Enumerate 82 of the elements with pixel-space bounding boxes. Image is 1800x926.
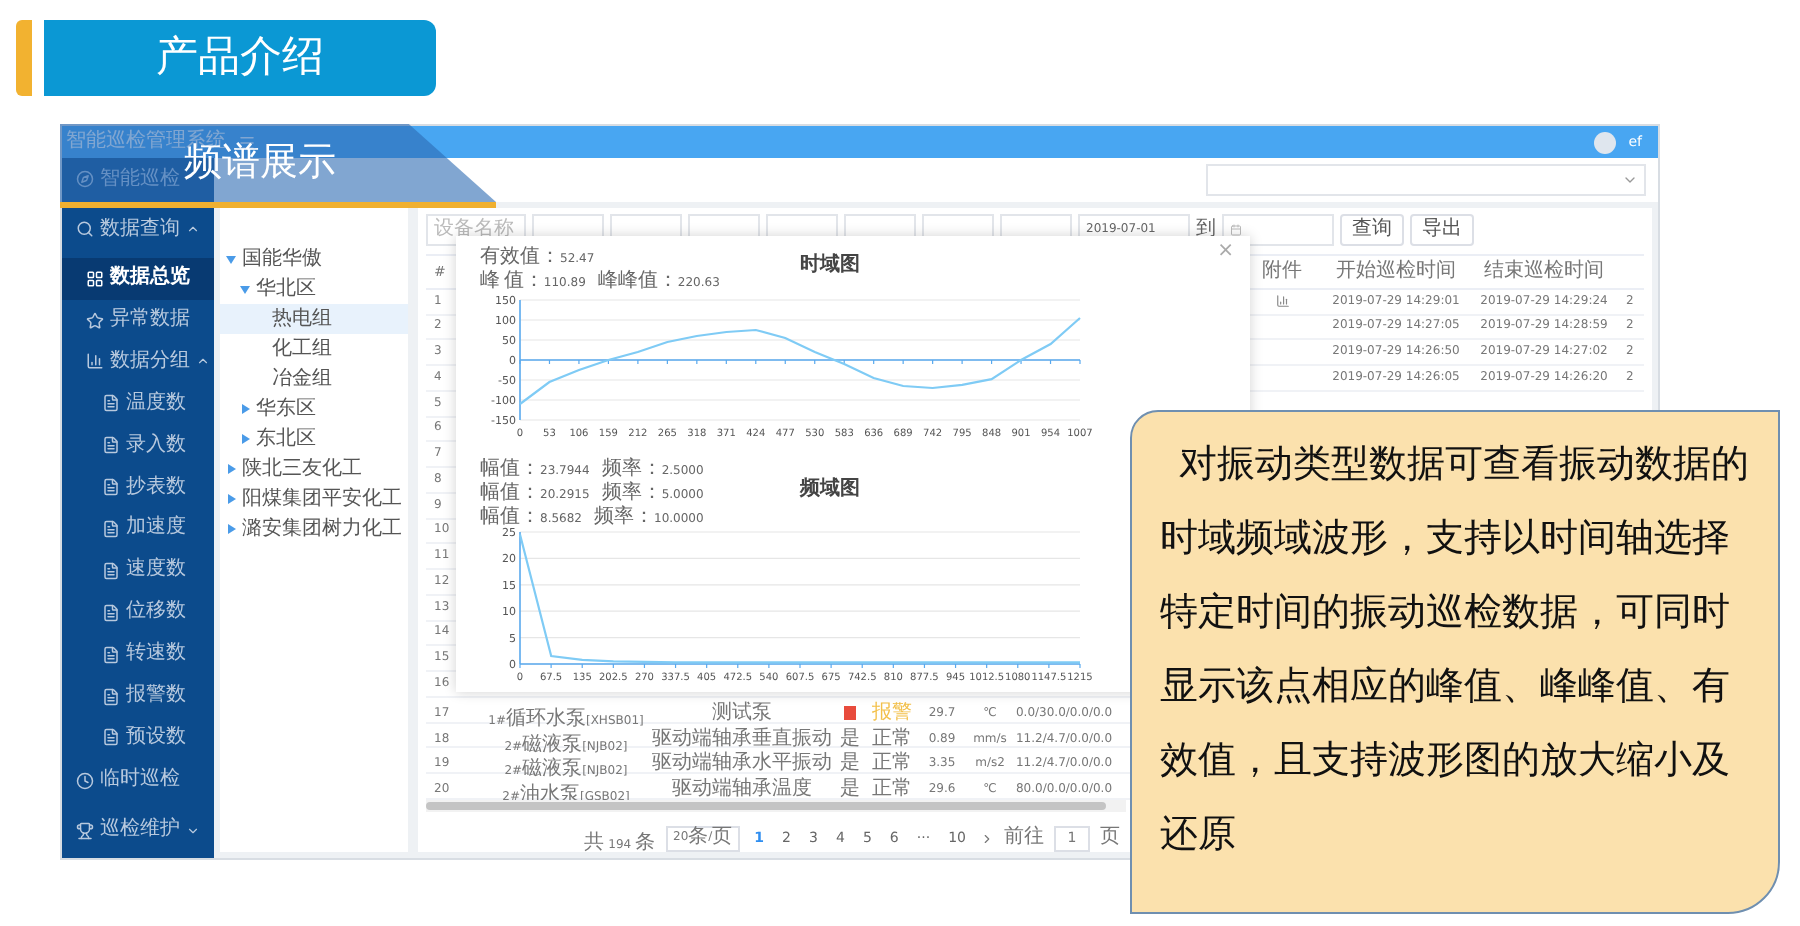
chart-title: 时域图	[800, 251, 860, 280]
submenu-icon	[86, 269, 104, 288]
chart-icon[interactable]	[1275, 294, 1289, 309]
tree-item[interactable]: 华东区	[220, 394, 408, 424]
toolbar-button[interactable]: 查询	[1340, 213, 1404, 246]
table-cell: 驱动端轴承水平振动	[652, 754, 832, 775]
triangle-icon	[226, 524, 236, 534]
triangle-icon	[240, 284, 250, 294]
page-unit-label: 页	[1100, 828, 1120, 849]
tree-item[interactable]: 阳煤集团平安化工	[220, 484, 408, 514]
status-text: 正常	[872, 754, 912, 775]
column-header: 结束巡检时间	[1484, 261, 1604, 282]
status-text: 正常	[872, 780, 912, 801]
status-text: 报警	[872, 703, 912, 724]
sidebar-item[interactable]: 位移数	[62, 591, 214, 634]
table-cell: 是	[840, 754, 860, 775]
accent-bar	[16, 20, 32, 96]
toolbar-button[interactable]: 导出	[1410, 213, 1474, 246]
horizontal-scrollbar[interactable]	[426, 800, 1126, 813]
document-icon	[102, 687, 120, 706]
document-icon	[102, 478, 120, 497]
triangle-icon	[226, 494, 236, 504]
sidebar-item[interactable]: 数据分组	[62, 340, 214, 383]
menu-item-icon	[76, 771, 94, 790]
chart-title: 频域图	[800, 475, 860, 504]
tree-item[interactable]: 国能华傲	[220, 244, 408, 274]
document-icon	[102, 603, 120, 622]
sidebar-item[interactable]: 临时巡检	[62, 758, 184, 803]
table-cell: 是	[840, 780, 860, 801]
sidebar-item[interactable]: 抄表数	[62, 466, 214, 509]
tree-item[interactable]: 华北区	[220, 274, 408, 304]
menu-item-icon	[76, 821, 94, 840]
triangle-icon	[226, 464, 236, 474]
document-icon	[102, 436, 120, 455]
tree-item[interactable]: 东北区	[220, 424, 408, 454]
sidebar-item[interactable]: 预设数	[62, 716, 214, 759]
sidebar-item[interactable]: 数据查询	[62, 207, 204, 252]
tree-item[interactable]: 陕北三友化工	[220, 454, 408, 484]
document-icon	[102, 728, 120, 747]
column-header: 附件	[1262, 261, 1302, 282]
menu-item-icon	[76, 170, 94, 189]
sidebar-item[interactable]: 报警数	[62, 675, 214, 717]
table-cell: 是	[840, 729, 860, 750]
sidebar-item[interactable]: 转速数	[62, 633, 214, 676]
tree-item[interactable]: 化工组	[220, 334, 408, 364]
tree-item[interactable]: 冶金组	[220, 364, 408, 394]
range-label: 到	[1196, 219, 1216, 240]
slide-title: 产品介绍	[44, 20, 436, 96]
sidebar-item[interactable]: 数据总览	[62, 257, 214, 300]
column-header: 开始巡检时间	[1336, 261, 1456, 282]
tree-item[interactable]: 潞安集团树力化工	[220, 514, 408, 544]
document-icon	[102, 645, 120, 664]
sidebar-item[interactable]: 录入数	[62, 424, 214, 467]
menu-item-icon	[76, 220, 94, 239]
chevron-up-icon	[186, 222, 200, 237]
triangle-icon	[226, 254, 236, 264]
triangle-icon	[240, 434, 250, 444]
triangle-icon	[240, 404, 250, 414]
dropdown-field[interactable]	[1206, 164, 1646, 196]
submenu-icon	[86, 352, 104, 371]
table-cell: 驱动端轴承垂直振动	[652, 729, 832, 750]
document-icon	[102, 561, 120, 580]
document-icon	[102, 394, 120, 413]
avatar[interactable]	[1594, 131, 1617, 153]
chevron-up-icon	[196, 354, 210, 369]
goto-label: 前往	[1004, 828, 1044, 849]
sidebar-item[interactable]: 异常数据	[62, 299, 214, 341]
status-text: 正常	[872, 729, 912, 750]
document-icon	[102, 519, 120, 538]
table-cell: 驱动端轴承温度	[672, 780, 812, 801]
sidebar-item[interactable]: 速度数	[62, 549, 214, 592]
sidebar-item[interactable]: 巡检维护	[62, 808, 204, 853]
next-page-icon[interactable]	[980, 831, 994, 846]
chevron-down-icon	[186, 823, 200, 838]
submenu-icon	[86, 311, 104, 330]
caret-icon	[1622, 172, 1638, 188]
sidebar-item[interactable]: 温度数	[62, 382, 214, 425]
sidebar-item[interactable]: 加速度	[62, 508, 214, 550]
calendar-icon	[1230, 223, 1242, 236]
tree-item[interactable]: 热电组	[220, 304, 408, 334]
callout-box: 对振动类型数据可查看振动数据的时域频域波形，支持以时间轴选择特定时间的振动巡检数据，可同时显示该点相应的峰值、峰峰值、有效值，且支持波形图的放大缩小及还原	[1130, 410, 1780, 914]
table-cell: 测试泵	[712, 703, 772, 724]
